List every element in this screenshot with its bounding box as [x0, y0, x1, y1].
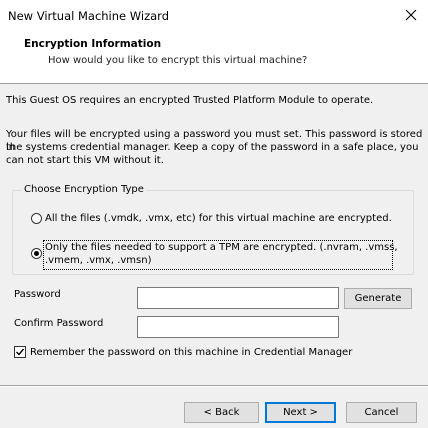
password-label: Password: [14, 289, 61, 300]
option-all-files-label[interactable]: All the files (.vmdk, .vmx, etc) for thi…: [45, 212, 392, 225]
page-title: Encryption Information: [24, 38, 162, 50]
password-input[interactable]: [137, 287, 339, 309]
footer-divider-highlight: [0, 386, 428, 387]
password-info-line3: can not start this VM without it.: [6, 155, 164, 166]
generate-button[interactable]: Generate: [344, 288, 412, 309]
tpm-notice: This Guest OS requires an encrypted Trus…: [6, 95, 374, 106]
confirm-password-input[interactable]: [137, 316, 339, 338]
option-tpm-label-line1[interactable]: Only the files needed to support a TPM a…: [45, 241, 398, 254]
cancel-button[interactable]: Cancel: [346, 402, 417, 423]
next-button[interactable]: Next >: [265, 402, 336, 423]
encryption-type-group-label: Choose Encryption Type: [22, 183, 146, 197]
wizard-header: Encryption Information How would you lik…: [0, 32, 428, 84]
remember-password-label[interactable]: Remember the password on this machine in…: [30, 346, 352, 359]
option-tpm-label-line2[interactable]: .vmem, .vmx, .vmsn): [45, 254, 152, 267]
back-button[interactable]: < Back: [184, 402, 259, 423]
close-icon: [405, 9, 417, 21]
remember-password-checkbox[interactable]: [14, 346, 26, 358]
password-info-line2: the systems credential manager. Keep a c…: [6, 142, 419, 153]
page-subtitle: How would you like to encrypt this virtu…: [48, 55, 308, 66]
close-button[interactable]: [400, 4, 422, 26]
window-title: New Virtual Machine Wizard: [8, 9, 169, 23]
title-bar: New Virtual Machine Wizard: [0, 0, 428, 32]
checkmark-icon: [16, 348, 25, 356]
radio-all-files[interactable]: [31, 213, 42, 224]
confirm-password-label: Confirm Password: [14, 318, 104, 329]
radio-tpm-files[interactable]: [31, 248, 42, 259]
